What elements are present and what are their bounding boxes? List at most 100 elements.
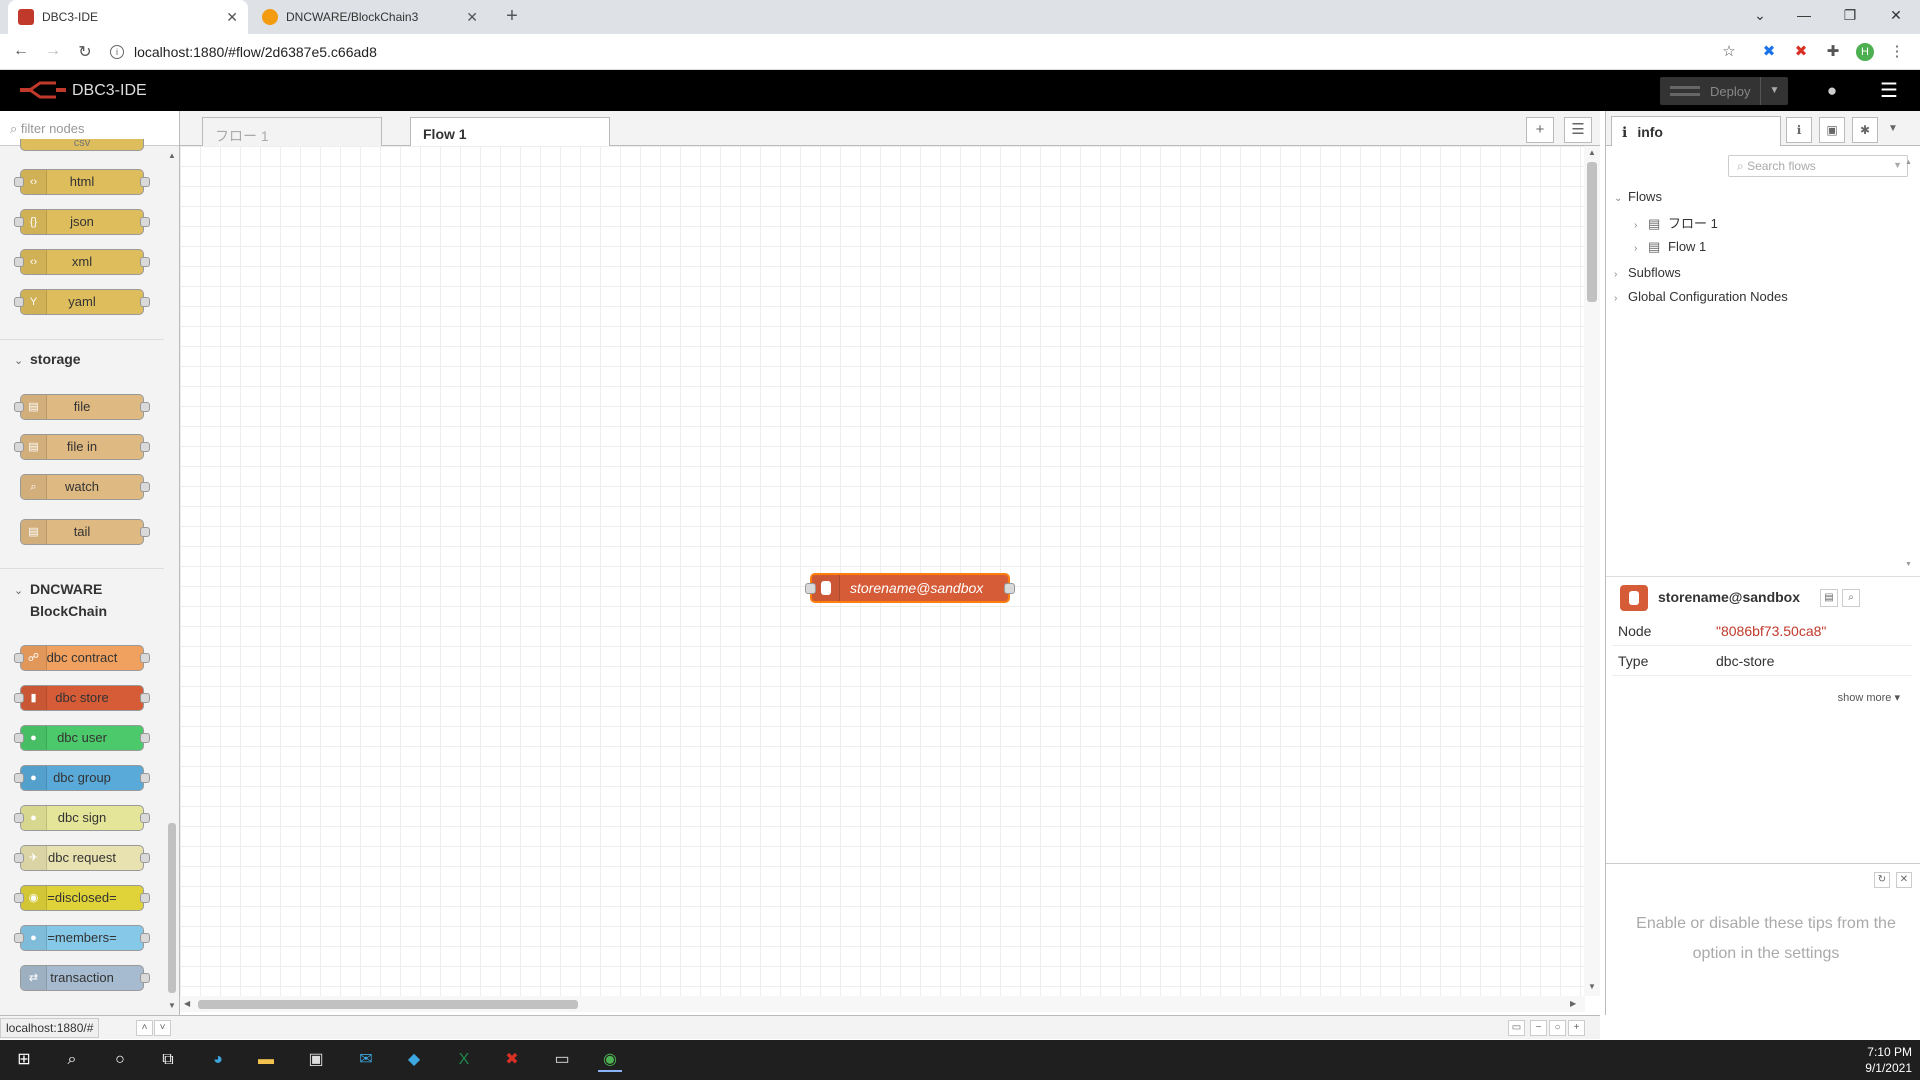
excel-icon[interactable]: X [452,1048,476,1072]
back-icon[interactable]: ← [10,42,32,60]
input-port[interactable] [14,773,24,783]
tab-flow-jp[interactable]: フロー 1 [202,117,382,147]
output-port[interactable] [140,653,150,663]
deploy-button[interactable]: Deploy ▼ [1660,77,1788,105]
output-port[interactable] [140,217,150,227]
app-window-icon[interactable]: ▭ [550,1048,574,1072]
zoom-out-button[interactable]: − [1530,1020,1547,1036]
add-flow-button[interactable]: + [1526,117,1554,143]
list-flows-button[interactable]: ☰ [1564,117,1592,143]
store-icon[interactable]: ▣ [304,1048,328,1072]
canvas-horizontal-scrollbar[interactable]: ◀ ▶ [180,996,1585,1012]
mail-icon[interactable]: ✉ [354,1048,378,1072]
chevron-down-icon[interactable]: ▼ [1893,160,1902,170]
input-port[interactable] [14,653,24,663]
app-icon[interactable]: ✖ [500,1048,524,1072]
input-port[interactable] [14,733,24,743]
scroll-down-icon[interactable]: ▼ [168,1001,176,1010]
tree-flows[interactable]: ⌄ Flows [1614,189,1662,204]
close-tips-icon[interactable]: ✕ [1896,872,1912,888]
navigator-icon[interactable]: ▭ [1508,1020,1525,1036]
output-port[interactable] [140,402,150,412]
minimize-icon[interactable]: — [1792,7,1816,23]
input-port[interactable] [14,442,24,452]
browser-tab-dbc3-ide[interactable]: DBC3-IDE ✕ [8,0,248,34]
zoom-reset-button[interactable]: ○ [1549,1020,1566,1036]
info-tab-button[interactable]: ℹ [1786,117,1812,143]
scroll-right-icon[interactable]: ▶ [1570,999,1576,1008]
windows-start-icon[interactable]: ⊞ [12,1048,36,1072]
palette-category-dncware[interactable]: ⌄ DNCWARE BlockChain [0,579,164,621]
zoom-in-button[interactable]: + [1568,1020,1585,1036]
output-port[interactable] [140,297,150,307]
new-tab-button[interactable]: + [500,5,524,28]
chrome-icon[interactable]: ◉ [598,1048,622,1072]
search-icon[interactable]: ⌕ [1842,589,1860,607]
scrollbar-thumb[interactable] [1587,162,1597,302]
palette-node-disclosed[interactable]: ◉ =disclosed= [14,885,150,911]
cortana-icon[interactable]: ○ [108,1048,132,1072]
scroll-left-icon[interactable]: ◀ [184,999,190,1008]
output-port[interactable] [140,813,150,823]
sidebar-dropdown-icon[interactable]: ▼ [1888,123,1898,134]
debug-bug-icon[interactable]: ✱ [1852,117,1878,143]
main-menu-icon[interactable]: ☰ [1880,78,1898,103]
scroll-up-icon[interactable]: ▲ [1905,159,1912,166]
palette-node-tail[interactable]: ▤ tail [20,519,150,545]
output-port[interactable] [140,482,150,492]
site-info-icon[interactable]: i [110,45,124,59]
system-clock[interactable]: 7:10 PM 9/1/2021 [1850,1044,1912,1076]
output-port[interactable] [140,933,150,943]
output-port[interactable] [140,733,150,743]
forward-icon[interactable]: → [42,42,64,60]
docker-icon[interactable]: ◆ [402,1048,426,1072]
output-port[interactable] [140,773,150,783]
palette-collapse-up-icon[interactable]: ˄ [136,1020,153,1036]
input-port[interactable] [14,217,24,227]
scroll-down-icon[interactable]: ▼ [1588,982,1596,991]
profile-avatar[interactable]: H [1856,43,1874,61]
output-port[interactable] [140,853,150,863]
output-port[interactable] [140,177,150,187]
deploy-dropdown-icon[interactable]: ▼ [1760,77,1788,105]
flow-canvas[interactable] [180,146,1585,996]
bookmark-star-icon[interactable]: ☆ [1720,43,1738,61]
palette-node-yaml[interactable]: Yyaml [14,289,150,315]
close-tab-icon[interactable]: ✕ [466,9,478,26]
copy-icon[interactable]: ▤ [1820,589,1838,607]
search-flows-input[interactable]: ⌕ Search flows ▼ [1728,155,1908,177]
scroll-up-icon[interactable]: ▲ [1588,148,1596,157]
palette-node-dbc-sign[interactable]: ● dbc sign [14,805,150,831]
output-port[interactable] [1004,583,1015,594]
output-port[interactable] [140,893,150,903]
help-book-icon[interactable]: ▣ [1819,117,1845,143]
address-bar[interactable]: i localhost:1880/#flow/2d6387e5.c66ad8 [110,38,1710,66]
task-view-icon[interactable]: ⧉ [156,1048,180,1072]
search-icon[interactable]: ⌕ [60,1048,84,1072]
user-icon[interactable]: ● [1823,81,1841,101]
browser-menu-icon[interactable]: ⋮ [1888,43,1906,61]
input-port[interactable] [14,177,24,187]
palette-node-file-in[interactable]: ▤ file in [14,434,150,460]
extensions-puzzle-icon[interactable]: ✚ [1824,43,1842,61]
palette-node-watch[interactable]: ⌕ watch [20,474,150,500]
palette-node-file[interactable]: ▤ file [14,394,150,420]
scrollbar-thumb[interactable] [168,823,176,993]
reload-icon[interactable]: ↻ [74,42,96,62]
palette-scrollbar[interactable]: ▲ ▼ [165,151,179,1010]
output-port[interactable] [140,442,150,452]
palette-node-json[interactable]: {} json [14,209,150,235]
output-port[interactable] [140,973,150,983]
restore-icon[interactable]: ❐ [1838,7,1862,24]
palette-node-dbc-user[interactable]: ● dbc user [14,725,150,751]
scrollbar-thumb[interactable] [198,1000,578,1009]
output-port[interactable] [140,257,150,267]
input-port[interactable] [14,893,24,903]
input-port[interactable] [14,402,24,412]
scroll-down-icon[interactable]: ▼ [1905,561,1912,568]
edge-icon[interactable]: ◕ [206,1048,230,1072]
tree-subflows[interactable]: › Subflows [1614,265,1681,280]
palette-node-dbc-store[interactable]: ▮ dbc store [14,685,150,711]
tree-global-config[interactable]: › Global Configuration Nodes [1614,289,1788,304]
extension-icon[interactable]: ✖ [1792,43,1810,61]
